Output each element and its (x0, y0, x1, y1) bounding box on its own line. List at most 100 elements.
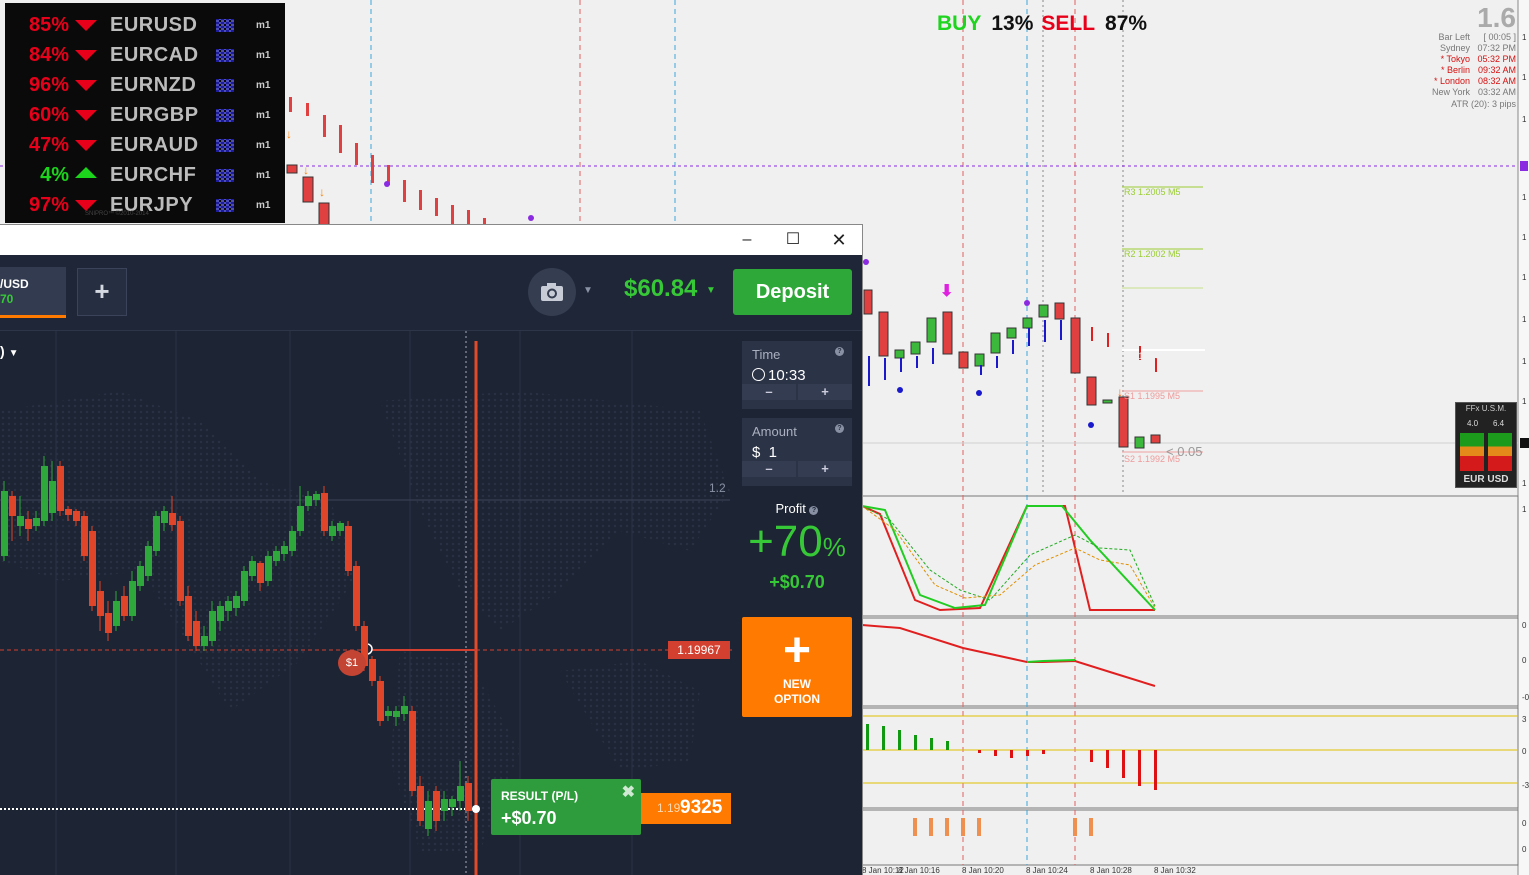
time-decrease-button[interactable]: – (742, 384, 796, 400)
indicator-copyright: SNIPRO™ ©2010-2014 (85, 211, 149, 217)
amount-input[interactable]: $ 1 (752, 444, 777, 461)
strength-pair: EURGBP (110, 104, 199, 126)
help-icon[interactable]: ? (835, 424, 844, 433)
strength-pair: EURCAD (110, 44, 199, 66)
amount-decrease-button[interactable]: – (742, 461, 796, 477)
time-increase-button[interactable]: + (798, 384, 852, 400)
arrow-up-icon (75, 167, 97, 178)
account-balance[interactable]: $60.84 (624, 275, 697, 303)
help-icon[interactable]: ? (809, 506, 819, 515)
add-asset-button[interactable]: + (77, 268, 127, 316)
current-price-prefix: 1.19 (657, 801, 681, 815)
asset-tab-eurusd[interactable]: /USD 70 (0, 267, 66, 318)
arrow-down-icon (75, 110, 97, 121)
strength-percent: 4% (40, 164, 69, 186)
svg-text:1: 1 (1522, 315, 1527, 324)
amount-increase-button[interactable]: + (798, 461, 852, 477)
session-row: Bar Left [ 00:05 ] (1400, 32, 1516, 43)
asset-tab-name: /USD (0, 277, 29, 291)
arrow-down-icon (75, 50, 97, 61)
svg-text:1: 1 (1522, 273, 1527, 282)
strength-row: 47% EURAUD m1 (5, 130, 285, 160)
svg-text:-0: -0 (1522, 693, 1529, 702)
timeframe-label: m1 (256, 170, 271, 181)
svg-text:3: 3 (1522, 715, 1527, 724)
current-price-digits: 9325 (680, 797, 723, 818)
ffx-value-eur: 4.0 (1467, 419, 1479, 428)
strength-pair: EURAUD (110, 134, 199, 156)
screenshot-button[interactable] (528, 268, 576, 316)
svg-text:1: 1 (1522, 505, 1527, 514)
strength-pair: EURNZD (110, 74, 197, 96)
buy-sell-signal: BUY 13% SELL 87% (937, 12, 1155, 36)
time-axis: 8 Jan 10:12 8 Jan 10:16 8 Jan 10:20 8 Ja… (862, 866, 1518, 875)
strength-percent: 97% (28, 194, 69, 216)
svg-text:0: 0 (1522, 819, 1527, 828)
svg-text:-3: -3 (1522, 781, 1529, 790)
window-titlebar[interactable]: – ☐ ✕ (0, 225, 862, 255)
pivot-distance: < 0.05 (1166, 444, 1203, 459)
session-time: 08:32 AM (1477, 76, 1516, 86)
session-row: * Berlin 09:32 AM (1400, 65, 1516, 76)
result-popup: RESULT (P/L) +$0.70 ✖ (491, 779, 641, 835)
new-option-button[interactable]: + NEW OPTION (742, 617, 852, 717)
session-time: 05:32 PM (1477, 54, 1516, 64)
ffx-usm-widget: FFx U.S.M. 4.0 6.4 EUR USD (1455, 402, 1517, 488)
trading-app-window: – ☐ ✕ /USD 70 + ▼ $60.84 ▼ Deposit) ▼ 1… (0, 225, 862, 875)
atr-readout: ATR (20): 3 pips (1451, 99, 1516, 109)
balance-chevron-down-icon[interactable]: ▼ (706, 285, 716, 296)
amount-box[interactable]: Amount ? $ 1 – + (742, 418, 852, 486)
grid-icon (216, 19, 234, 32)
close-icon[interactable]: ✖ (622, 782, 635, 802)
new-option-line2: OPTION (773, 692, 820, 706)
strength-row: 60% EURGBP m1 (5, 100, 285, 130)
time-tick: 8 Jan 10:24 (1026, 866, 1068, 875)
deposit-button[interactable]: Deposit (733, 269, 852, 315)
sell-percent: 87% (1105, 12, 1148, 35)
session-row: Sydney 07:32 PM (1400, 43, 1516, 54)
chevron-down-icon[interactable]: ▼ (583, 285, 593, 296)
grid-icon (216, 49, 234, 62)
svg-text:↓: ↓ (1117, 385, 1123, 399)
ffx-title: FFx U.S.M. (1465, 404, 1507, 413)
session-time: 03:32 AM (1477, 87, 1516, 97)
bet-marker[interactable]: $1 (338, 650, 366, 676)
currency-strength-panel: 85% EURUSD m1 84% EURCAD m1 96% EURNZD m1 60% EURG… (5, 3, 285, 223)
ffx-pair: EUR USD (1463, 474, 1509, 485)
session-name: New York (1431, 87, 1470, 97)
session-name: Sydney (1439, 43, 1470, 53)
current-price-tag: 1.19 9325 (641, 793, 731, 824)
timeframe-label: m1 (256, 200, 271, 211)
strength-percent: 60% (28, 104, 69, 126)
expiry-time-box[interactable]: Time ? 10:33 – + (742, 341, 852, 409)
maximize-button[interactable]: ☐ (770, 225, 816, 255)
session-time: 09:32 AM (1477, 65, 1516, 75)
minimize-button[interactable]: – (724, 225, 770, 255)
help-icon[interactable]: ? (835, 347, 844, 356)
timeframe-label: m1 (256, 110, 271, 121)
asset-selector[interactable]: ) ▼ (0, 343, 18, 359)
time-value[interactable]: 10:33 (752, 367, 806, 384)
profit-label-text: Profit (775, 501, 806, 516)
asset-selector-label: ) (0, 343, 5, 359)
svg-text:1: 1 (1522, 233, 1527, 242)
timeframe-label: m1 (256, 20, 271, 31)
strength-row: 96% EURNZD m1 (5, 70, 285, 100)
arrow-down-icon (75, 20, 97, 31)
arrow-down-icon (75, 200, 97, 211)
svg-text:↓: ↓ (319, 185, 325, 199)
price-level-label: 1.2 (709, 481, 726, 495)
spread-value: 1.6 (1477, 2, 1516, 33)
close-button[interactable]: ✕ (816, 225, 862, 255)
profit-value: +$0.70 (769, 572, 825, 592)
strength-row: 4% EURCHF m1 (5, 160, 285, 190)
strength-percent: 96% (28, 74, 69, 96)
ffx-bar-usd (1488, 433, 1512, 471)
result-label: RESULT (P/L) (501, 789, 579, 803)
time-value-text: 10:33 (768, 367, 806, 384)
session-name: * Berlin (1440, 65, 1470, 75)
pivot-s1: S1 1.1995 M5 (1124, 391, 1181, 401)
session-row: * Tokyo 05:32 PM (1400, 54, 1516, 65)
svg-text:0: 0 (1522, 656, 1527, 665)
session-name: * London (1433, 76, 1470, 86)
